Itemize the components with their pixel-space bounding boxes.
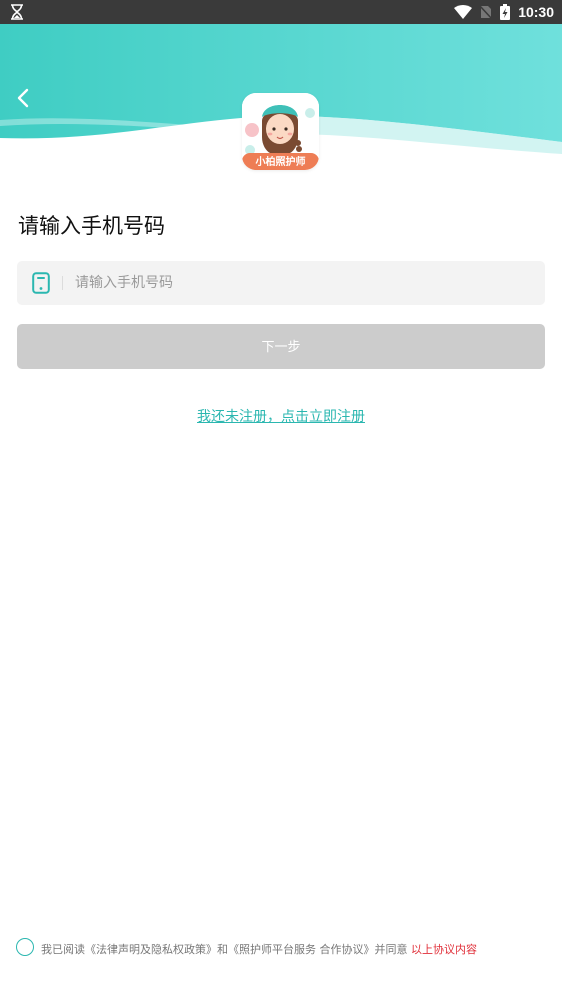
no-sim-icon (480, 5, 493, 19)
app-logo: 小柏照护师 (242, 93, 319, 170)
status-icons: 10:30 (454, 3, 554, 21)
battery-charging-icon (500, 4, 511, 20)
agreement-checkbox[interactable] (16, 938, 34, 956)
status-time: 10:30 (518, 4, 554, 20)
next-step-button[interactable]: 下一步 (17, 324, 545, 369)
logo-label: 小柏照护师 (255, 157, 306, 168)
phone-input[interactable] (75, 261, 525, 305)
wifi-icon (454, 5, 473, 19)
agreement-row: 我已阅读《法律声明及隐私权政策》和《照护师平台服务 合作协议》并同意 以上协议内… (16, 938, 556, 958)
register-link[interactable]: 我还未注册，点击立即注册 (0, 406, 562, 426)
form-heading: 请输入手机号码 (18, 214, 165, 238)
agreement-text: 我已阅读《法律声明及隐私权政策》和《照护师平台服务 合作协议》并同意 以上协议内… (41, 941, 477, 957)
input-divider (62, 276, 63, 290)
status-bar: 10:30 (0, 0, 562, 24)
hourglass-icon (11, 4, 23, 20)
agreement-highlight: 以上协议内容 (411, 943, 477, 956)
agreement-prefix[interactable]: 我已阅读《法律声明及隐私权政策》和《照护师平台服务 合作协议》并同意 (41, 943, 408, 956)
login-screen: 10:30 登录 (0, 0, 562, 1000)
mobile-phone-icon (32, 272, 50, 294)
phone-input-field[interactable] (17, 261, 545, 305)
